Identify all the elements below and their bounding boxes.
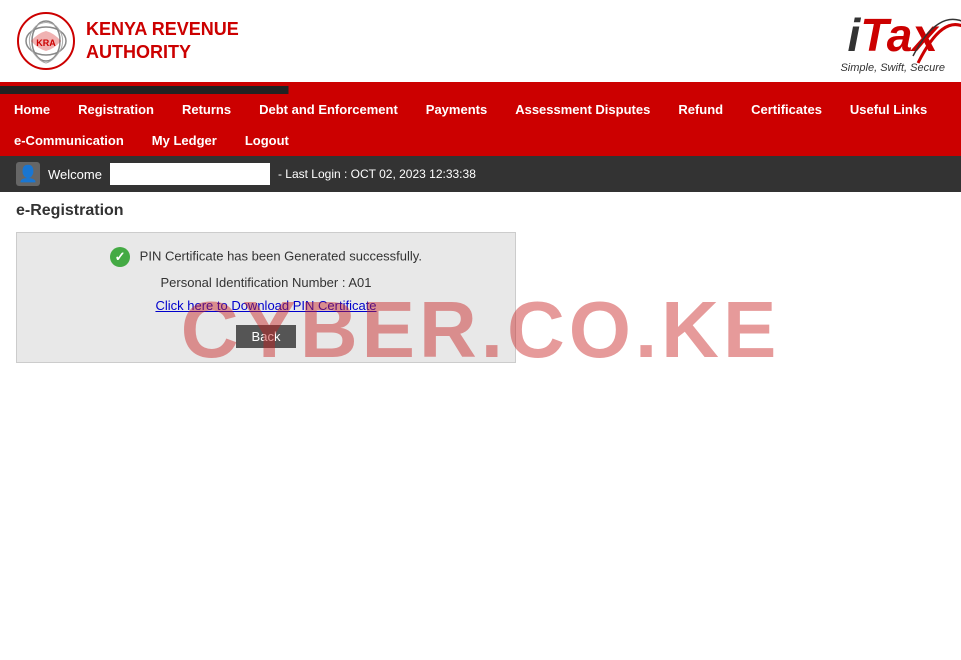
kra-line1: Kenya Revenue bbox=[86, 19, 239, 39]
last-login-text: - Last Login : OCT 02, 2023 12:33:38 bbox=[278, 167, 476, 181]
main-navigation: Home Registration Returns Debt and Enfor… bbox=[0, 94, 961, 125]
nav-my-ledger[interactable]: My Ledger bbox=[138, 125, 231, 156]
page-title: e-Registration bbox=[16, 202, 945, 220]
nav-payments[interactable]: Payments bbox=[412, 94, 501, 125]
nav-useful-links[interactable]: Useful Links bbox=[836, 94, 941, 125]
site-header: KRA Kenya Revenue Authority i Tax Simple… bbox=[0, 0, 961, 86]
nav-returns[interactable]: Returns bbox=[168, 94, 245, 125]
download-certificate-link[interactable]: Click here to Download PIN Certificate bbox=[37, 298, 495, 313]
pin-number-text: Personal Identification Number : A01 bbox=[37, 275, 495, 290]
welcome-label: Welcome bbox=[48, 167, 102, 182]
success-message-text: ✓ PIN Certificate has been Generated suc… bbox=[37, 247, 495, 267]
nav-home[interactable]: Home bbox=[0, 94, 64, 125]
username-display bbox=[110, 163, 270, 185]
back-button[interactable]: Back bbox=[236, 325, 297, 348]
nav-certificates[interactable]: Certificates bbox=[737, 94, 836, 125]
nav-logout[interactable]: Logout bbox=[231, 125, 303, 156]
nav-debt-enforcement[interactable]: Debt and Enforcement bbox=[245, 94, 412, 125]
kra-logo: KRA Kenya Revenue Authority bbox=[16, 11, 239, 71]
svg-text:KRA: KRA bbox=[36, 38, 56, 48]
kra-name: Kenya Revenue Authority bbox=[86, 18, 239, 65]
kra-emblem-icon: KRA bbox=[16, 11, 76, 71]
itax-i: i bbox=[848, 8, 861, 62]
kra-line2: Authority bbox=[86, 42, 191, 62]
itax-swoosh-icon bbox=[908, 8, 961, 68]
itax-logo: i Tax Simple, Swift, Secure bbox=[840, 8, 945, 74]
sub-navigation: e-Communication My Ledger Logout bbox=[0, 125, 961, 156]
welcome-bar: 👤 Welcome - Last Login : OCT 02, 2023 12… bbox=[0, 156, 961, 192]
separator-bar bbox=[0, 86, 961, 94]
success-icon: ✓ bbox=[110, 247, 130, 267]
success-message-label: PIN Certificate has been Generated succe… bbox=[140, 248, 422, 263]
success-message-box: ✓ PIN Certificate has been Generated suc… bbox=[16, 232, 516, 363]
nav-refund[interactable]: Refund bbox=[664, 94, 737, 125]
nav-registration[interactable]: Registration bbox=[64, 94, 168, 125]
nav-ecommunication[interactable]: e-Communication bbox=[0, 125, 138, 156]
nav-assessment-disputes[interactable]: Assessment Disputes bbox=[501, 94, 664, 125]
page-content: e-Registration ✓ PIN Certificate has bee… bbox=[0, 192, 961, 373]
user-avatar-icon: 👤 bbox=[16, 162, 40, 186]
